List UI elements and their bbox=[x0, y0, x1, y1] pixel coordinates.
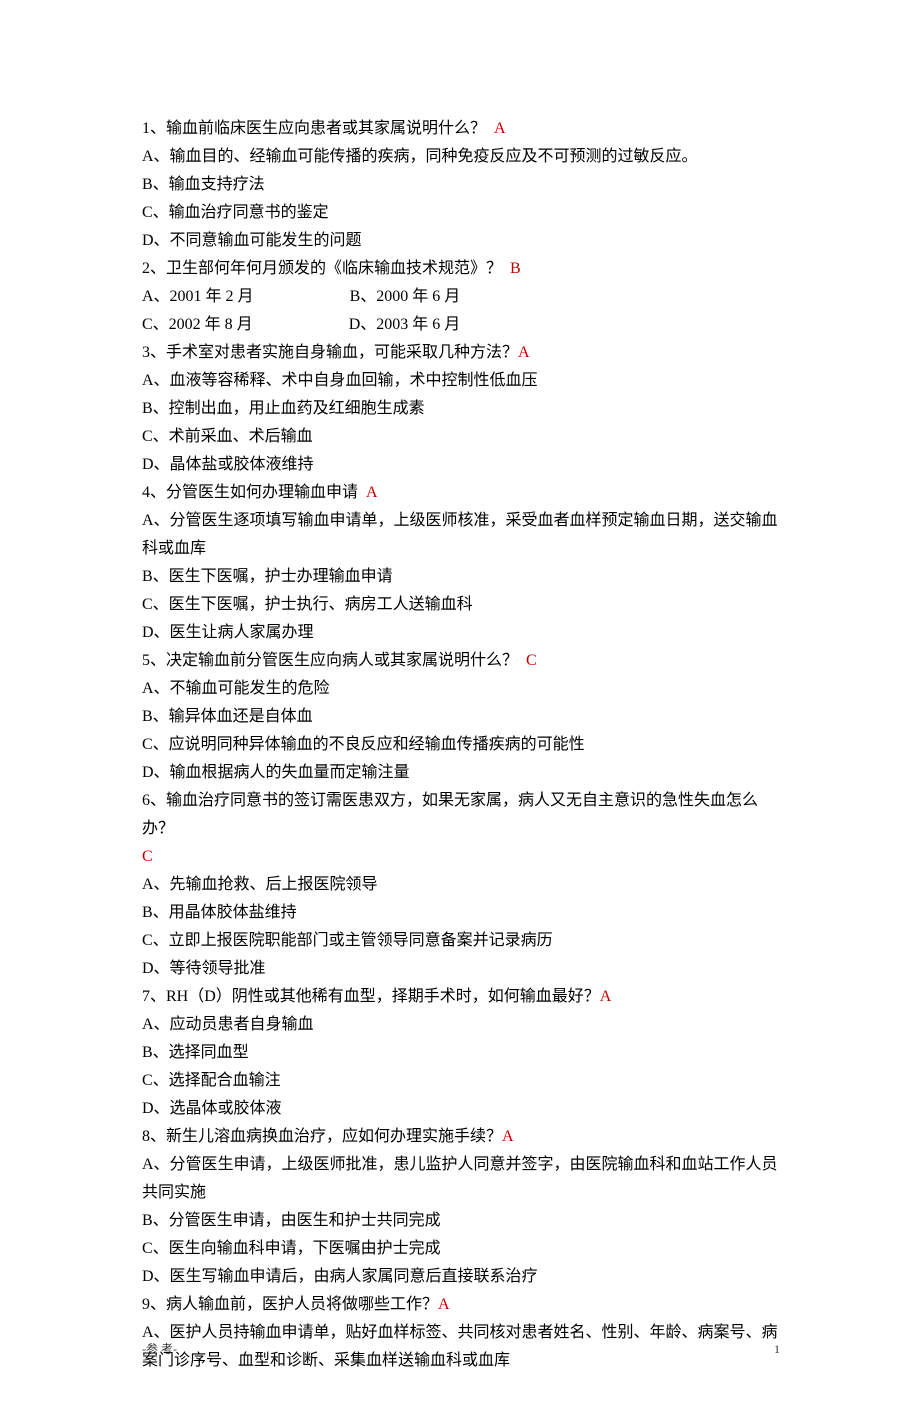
option: A、2001 年 2 月 bbox=[142, 288, 254, 305]
answer-key: A bbox=[366, 484, 378, 501]
option: C、选择配合血输注 bbox=[142, 1067, 780, 1095]
option: B、医生下医嘱，护士办理输血申请 bbox=[142, 563, 780, 591]
question-stem: 9、病人输血前，医护人员将做哪些工作？ bbox=[142, 1296, 438, 1313]
question-stem: 2、卫生部何年何月颁发的《临床输血技术规范》？ bbox=[142, 260, 502, 277]
option: A、分管医生申请，上级医师批准，患儿监护人同意并签字，由医院输血科和血站工作人员… bbox=[142, 1151, 780, 1207]
option: A、分管医生逐项填写输血申请单，上级医师核准，采受血者血样预定输血日期，送交输血… bbox=[142, 507, 780, 563]
document-page: 1、输血前临床医生应向患者或其家属说明什么？ A A、输血目的、经输血可能传播的疾病… bbox=[0, 0, 920, 1415]
footer-left: -参 考- bbox=[142, 1339, 177, 1360]
option: A、血液等容稀释、术中自身血回输，术中控制性低血压 bbox=[142, 367, 780, 395]
question-text: 1、输血前临床医生应向患者或其家属说明什么？ A bbox=[142, 115, 780, 143]
option: A、应动员患者自身输血 bbox=[142, 1011, 780, 1039]
question-stem: 1、输血前临床医生应向患者或其家属说明什么？ bbox=[142, 120, 486, 137]
option: D、医生让病人家属办理 bbox=[142, 619, 780, 647]
option: D、选晶体或胶体液 bbox=[142, 1095, 780, 1123]
question-text: 5、决定输血前分管医生应向病人或其家属说明什么？ C bbox=[142, 647, 780, 675]
question-stem: 7、RH（D）阴性或其他稀有血型，择期手术时，如何输血最好？ bbox=[142, 988, 600, 1005]
question-text: 9、病人输血前，医护人员将做哪些工作？A bbox=[142, 1291, 780, 1319]
answer-key: C bbox=[526, 652, 537, 669]
question-stem: 6、输血治疗同意书的签订需医患双方，如果无家属，病人又无自主意识的急性失血怎么办… bbox=[142, 792, 758, 837]
question-text: 3、手术室对患者实施自身输血，可能采取几种方法？A bbox=[142, 339, 780, 367]
option: D、等待领导批准 bbox=[142, 955, 780, 983]
answer-key: C bbox=[142, 843, 780, 871]
option: D、晶体盐或胶体液维持 bbox=[142, 451, 780, 479]
option: D、医生写输血申请后，由病人家属同意后直接联系治疗 bbox=[142, 1263, 780, 1291]
question-text: 4、分管医生如何办理输血申请 A bbox=[142, 479, 780, 507]
option: C、应说明同种异体输血的不良反应和经输血传播疾病的可能性 bbox=[142, 731, 780, 759]
option: B、输血支持疗法 bbox=[142, 171, 780, 199]
option: C、术前采血、术后输血 bbox=[142, 423, 780, 451]
answer-key: B bbox=[510, 260, 521, 277]
question-text: 8、新生儿溶血病换血治疗，应如何办理实施手续？A bbox=[142, 1123, 780, 1151]
option: A、先输血抢救、后上报医院领导 bbox=[142, 871, 780, 899]
option: A、输血目的、经输血可能传播的疾病，同种免疫反应及不可预测的过敏反应。 bbox=[142, 143, 780, 171]
option: C、医生向输血科申请，下医嘱由护士完成 bbox=[142, 1235, 780, 1263]
question-list: 1、输血前临床医生应向患者或其家属说明什么？ A A、输血目的、经输血可能传播的疾病… bbox=[142, 115, 780, 1375]
question-stem: 3、手术室对患者实施自身输血，可能采取几种方法？ bbox=[142, 344, 518, 361]
answer-key: A bbox=[600, 988, 612, 1005]
option-row: C、2002 年 8 月 D、2003 年 6 月 bbox=[142, 311, 780, 339]
question-stem: 5、决定输血前分管医生应向病人或其家属说明什么？ bbox=[142, 652, 518, 669]
option: B、控制出血，用止血药及红细胞生成素 bbox=[142, 395, 780, 423]
option: B、用晶体胶体盐维持 bbox=[142, 899, 780, 927]
answer-key: A bbox=[438, 1296, 450, 1313]
option: B、分管医生申请，由医生和护士共同完成 bbox=[142, 1207, 780, 1235]
option: B、选择同血型 bbox=[142, 1039, 780, 1067]
option: C、2002 年 8 月 bbox=[142, 316, 253, 333]
answer-key: A bbox=[494, 120, 506, 137]
option: B、输异体血还是自体血 bbox=[142, 703, 780, 731]
answer-key: A bbox=[518, 344, 530, 361]
option: C、输血治疗同意书的鉴定 bbox=[142, 199, 780, 227]
answer-key: A bbox=[502, 1128, 514, 1145]
question-text: 7、RH（D）阴性或其他稀有血型，择期手术时，如何输血最好？A bbox=[142, 983, 780, 1011]
option: A、不输血可能发生的危险 bbox=[142, 675, 780, 703]
question-text: 6、输血治疗同意书的签订需医患双方，如果无家属，病人又无自主意识的急性失血怎么办… bbox=[142, 787, 780, 843]
option: C、医生下医嘱，护士执行、病房工人送输血科 bbox=[142, 591, 780, 619]
question-stem: 8、新生儿溶血病换血治疗，应如何办理实施手续？ bbox=[142, 1128, 502, 1145]
option: C、立即上报医院职能部门或主管领导同意备案并记录病历 bbox=[142, 927, 780, 955]
option: D、输血根据病人的失血量而定输注量 bbox=[142, 759, 780, 787]
option: B、2000 年 6 月 bbox=[350, 288, 461, 305]
option: D、不同意输血可能发生的问题 bbox=[142, 227, 780, 255]
footer-page-number: 1 bbox=[774, 1339, 780, 1360]
option: D、2003 年 6 月 bbox=[349, 316, 461, 333]
page-footer: -参 考- 1 bbox=[142, 1339, 780, 1360]
option-row: A、2001 年 2 月 B、2000 年 6 月 bbox=[142, 283, 780, 311]
question-text: 2、卫生部何年何月颁发的《临床输血技术规范》？ B bbox=[142, 255, 780, 283]
question-stem: 4、分管医生如何办理输血申请 bbox=[142, 484, 358, 501]
